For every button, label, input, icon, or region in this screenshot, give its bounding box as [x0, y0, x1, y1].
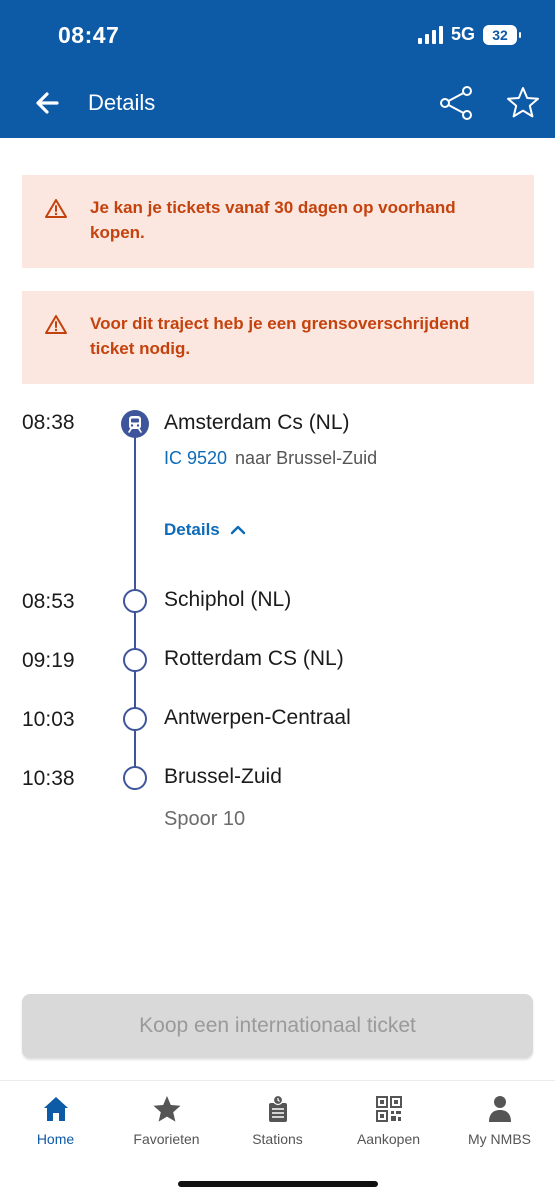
- person-icon: [488, 1096, 511, 1122]
- alert-cross-border: Voor dit traject heb je een grensoversch…: [22, 291, 534, 384]
- warning-icon: [45, 315, 67, 334]
- train-number[interactable]: IC 9520: [164, 448, 227, 468]
- stop-time: 08:53: [22, 590, 75, 613]
- arrow-left-icon: [36, 92, 59, 114]
- battery-level: 32: [492, 26, 508, 43]
- network-type: 5G: [450, 24, 475, 44]
- page-title: Details: [88, 90, 156, 115]
- back-button[interactable]: [30, 86, 64, 120]
- details-toggle[interactable]: Details: [164, 520, 246, 540]
- tab-label: Home: [36, 1131, 75, 1147]
- stop-station: Antwerpen-Centraal: [164, 706, 351, 729]
- train-icon: [121, 410, 149, 438]
- status-time: 08:47: [58, 22, 120, 48]
- stop-node: [123, 589, 147, 613]
- train-direction: naar Brussel-Zuid: [235, 448, 378, 468]
- star-outline-icon: [507, 87, 539, 118]
- platform-info: Spoor 10: [164, 808, 246, 830]
- arrival-time: 10:38: [22, 767, 75, 790]
- alert-advance-booking: Je kan je tickets vanaf 30 dagen op voor…: [22, 175, 534, 268]
- warning-icon: [45, 199, 67, 218]
- star-icon: [153, 1096, 180, 1122]
- alert-text: Je kan je tickets vanaf 30 dagen op voor…: [90, 198, 456, 242]
- battery-icon: 32: [483, 24, 521, 45]
- stop-node: [123, 766, 147, 790]
- top-bar: 08:47 5G 32 Details: [0, 0, 555, 138]
- home-icon: [43, 1097, 68, 1121]
- tab-home[interactable]: Home: [0, 1093, 111, 1147]
- train-info: IC 9520 naar Brussel-Zuid: [164, 448, 377, 469]
- tab-label: Favorieten: [133, 1131, 200, 1147]
- tab-stations[interactable]: Stations: [222, 1093, 333, 1147]
- tab-label: My NMBS: [468, 1131, 531, 1147]
- stop-station: Schiphol (NL): [164, 588, 292, 611]
- chevron-up-icon: [230, 525, 245, 535]
- status-indicators: 5G 32: [417, 24, 521, 45]
- tab-label: Aankopen: [356, 1131, 421, 1147]
- share-icon: [440, 86, 472, 120]
- share-button[interactable]: [438, 84, 476, 122]
- alert-text: Voor dit traject heb je een grensoversch…: [90, 314, 470, 358]
- favorite-button[interactable]: [504, 84, 542, 122]
- stop-time: 10:03: [22, 708, 75, 731]
- tab-favorieten[interactable]: Favorieten: [111, 1093, 222, 1147]
- nav-row: Details: [0, 80, 555, 126]
- tab-aankopen[interactable]: Aankopen: [333, 1093, 444, 1147]
- stop-node: [123, 648, 147, 672]
- home-indicator[interactable]: [178, 1181, 378, 1187]
- tab-my-nmbs[interactable]: My NMBS: [444, 1093, 555, 1147]
- stop-station: Rotterdam CS (NL): [164, 647, 344, 670]
- departure-station: Amsterdam Cs (NL): [164, 411, 350, 434]
- arrival-station: Brussel-Zuid: [164, 765, 282, 788]
- signal-icon: [417, 25, 443, 44]
- departure-time: 08:38: [22, 411, 75, 434]
- station-board-icon: [268, 1094, 287, 1122]
- details-label: Details: [164, 520, 220, 539]
- tab-label: Stations: [252, 1131, 303, 1147]
- qr-code-icon: [375, 1096, 402, 1122]
- stop-node: [123, 707, 147, 731]
- buy-international-ticket-button[interactable]: Koop een internationaal ticket: [22, 994, 533, 1058]
- stop-time: 09:19: [22, 649, 75, 672]
